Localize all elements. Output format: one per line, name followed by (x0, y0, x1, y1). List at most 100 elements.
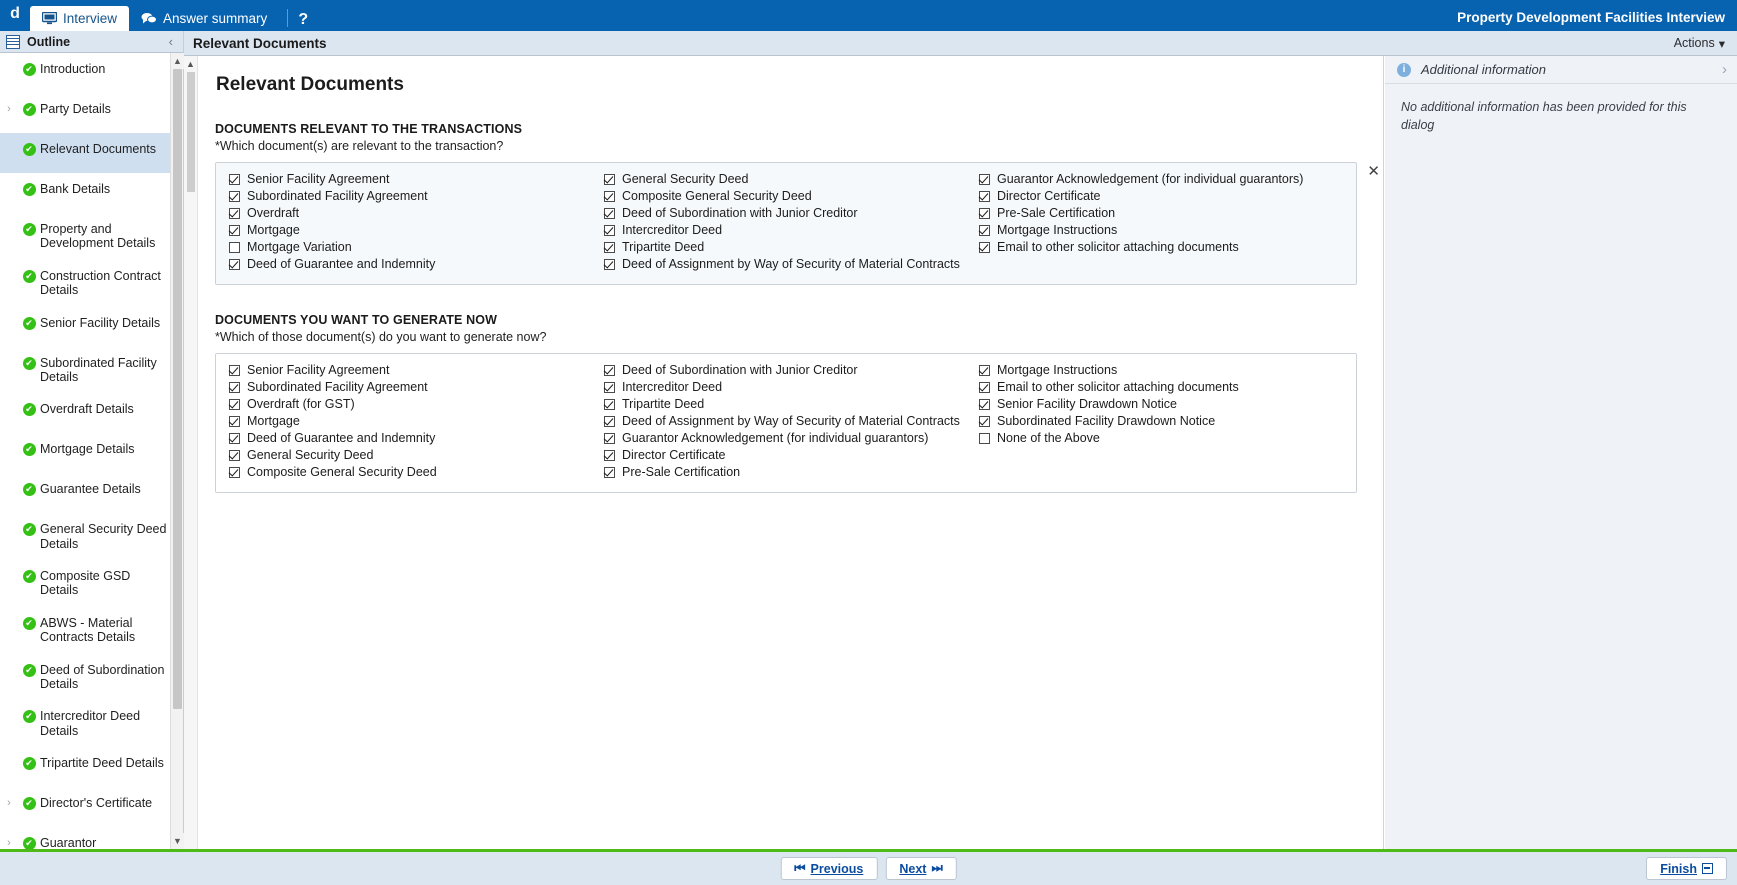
checkbox-option[interactable]: Intercreditor Deed (601, 380, 976, 397)
checkbox-option[interactable]: Subordinated Facility Drawdown Notice (976, 414, 1346, 431)
checkbox-option[interactable]: Composite General Security Deed (601, 189, 976, 206)
checkbox-option[interactable]: Overdraft (226, 206, 601, 223)
checkbox-checked-icon[interactable] (604, 174, 615, 185)
scroll-up-icon[interactable]: ▲ (171, 53, 184, 69)
checkbox-checked-icon[interactable] (979, 242, 990, 253)
checkbox-option[interactable]: Composite General Security Deed (226, 465, 601, 482)
checkbox-checked-icon[interactable] (604, 416, 615, 427)
checkbox-option[interactable]: Guarantor Acknowledgement (for individua… (976, 172, 1346, 189)
checkbox-checked-icon[interactable] (229, 467, 240, 478)
checkbox-checked-icon[interactable] (229, 399, 240, 410)
checkbox-option[interactable]: Director Certificate (976, 189, 1346, 206)
checkbox-option[interactable]: Senior Facility Agreement (226, 172, 601, 189)
checkbox-option[interactable]: Intercreditor Deed (601, 223, 976, 240)
checkbox-checked-icon[interactable] (604, 450, 615, 461)
checkbox-checked-icon[interactable] (979, 174, 990, 185)
checkbox-checked-icon[interactable] (604, 208, 615, 219)
sidebar-item-director-s-certificate[interactable]: › ✔ Director's Certificate (0, 787, 183, 827)
checkbox-checked-icon[interactable] (229, 191, 240, 202)
scroll-down-icon[interactable]: ▼ (171, 833, 184, 849)
sidebar-item-introduction[interactable]: ✔ Introduction (0, 53, 183, 93)
checkbox-option[interactable]: Mortgage Instructions (976, 363, 1346, 380)
checkbox-checked-icon[interactable] (604, 242, 615, 253)
checkbox-checked-icon[interactable] (604, 225, 615, 236)
sidebar-item-senior-facility-details[interactable]: ✔ Senior Facility Details (0, 307, 183, 347)
checkbox-option[interactable]: Deed of Assignment by Way of Security of… (601, 414, 976, 431)
sidebar-item-relevant-documents[interactable]: ✔ Relevant Documents (0, 133, 183, 173)
checkbox-option[interactable]: Tripartite Deed (601, 240, 976, 257)
checkbox-option[interactable]: Tripartite Deed (601, 397, 976, 414)
checkbox-checked-icon[interactable] (229, 225, 240, 236)
checkbox-option[interactable]: Deed of Guarantee and Indemnity (226, 431, 601, 448)
checkbox-option[interactable]: Deed of Assignment by Way of Security of… (601, 257, 976, 274)
sidebar-item-guarantor-acknowledgements[interactable]: ›✔Guarantor Acknowledgements (0, 827, 183, 849)
sidebar-item-bank-details[interactable]: ✔ Bank Details (0, 173, 183, 213)
checkbox-checked-icon[interactable] (979, 208, 990, 219)
actions-menu-button[interactable]: Actions ▾ (1674, 36, 1725, 51)
checkbox-option[interactable]: Mortgage Variation (226, 240, 601, 257)
chevron-right-icon[interactable]: › (0, 102, 18, 116)
sidebar-item-property-and-development-details[interactable]: ✔ Property and Development Details (0, 213, 183, 260)
checkbox-checked-icon[interactable] (979, 416, 990, 427)
checkbox-checked-icon[interactable] (604, 365, 615, 376)
sidebar-item-tripartite-deed-details[interactable]: ✔ Tripartite Deed Details (0, 747, 183, 787)
finish-button[interactable]: Finish (1646, 857, 1727, 880)
checkbox-option[interactable]: Subordinated Facility Agreement (226, 380, 601, 397)
close-icon[interactable]: ✕ (1367, 164, 1380, 179)
checkbox-option[interactable]: Director Certificate (601, 448, 976, 465)
checkbox-option[interactable]: Senior Facility Agreement (226, 363, 601, 380)
checkbox-checked-icon[interactable] (229, 259, 240, 270)
chevron-right-icon[interactable]: › (0, 836, 18, 849)
tab-answer-summary[interactable]: Answer summary (129, 6, 279, 31)
sidebar-item-general-security-deed-details[interactable]: ✔ General Security Deed Details (0, 513, 183, 560)
sidebar-item-construction-contract-details[interactable]: ✔ Construction Contract Details (0, 260, 183, 307)
sidebar-item-guarantee-details[interactable]: ✔ Guarantee Details (0, 473, 183, 513)
chevron-right-icon[interactable]: › (1722, 61, 1727, 78)
checkbox-option[interactable]: Mortgage (226, 414, 601, 431)
checkbox-unchecked-icon[interactable] (979, 433, 990, 444)
scroll-up-icon[interactable]: ▲ (184, 56, 197, 72)
checkbox-checked-icon[interactable] (229, 416, 240, 427)
checkbox-checked-icon[interactable] (604, 259, 615, 270)
checkbox-option[interactable]: Deed of Subordination with Junior Credit… (601, 363, 976, 380)
chevron-left-icon[interactable]: ‹ (169, 34, 177, 49)
tab-interview[interactable]: Interview (30, 6, 130, 31)
sidebar-item-abws-material-contracts-details[interactable]: ✔ ABWS - Material Contracts Details (0, 607, 183, 654)
checkbox-checked-icon[interactable] (604, 382, 615, 393)
checkbox-option[interactable]: General Security Deed (226, 448, 601, 465)
sidebar-item-subordinated-facility-details[interactable]: ✔ Subordinated Facility Details (0, 347, 183, 394)
checkbox-option[interactable]: Deed of Subordination with Junior Credit… (601, 206, 976, 223)
checkbox-checked-icon[interactable] (229, 382, 240, 393)
sidebar-item-mortgage-details[interactable]: ✔ Mortgage Details (0, 433, 183, 473)
checkbox-option[interactable]: General Security Deed (601, 172, 976, 189)
checkbox-checked-icon[interactable] (979, 225, 990, 236)
sidebar-item-deed-of-subordination-details[interactable]: ✔ Deed of Subordination Details (0, 654, 183, 701)
next-button[interactable]: Next ⏭ (885, 857, 957, 880)
sidebar-item-composite-gsd-details[interactable]: ✔ Composite GSD Details (0, 560, 183, 607)
checkbox-option[interactable]: Overdraft (for GST) (226, 397, 601, 414)
help-icon[interactable]: ? (298, 11, 308, 29)
checkbox-option[interactable]: Mortgage (226, 223, 601, 240)
sidebar-item-intercreditor-deed-details[interactable]: ✔ Intercreditor Deed Details (0, 700, 183, 747)
checkbox-checked-icon[interactable] (604, 399, 615, 410)
checkbox-checked-icon[interactable] (229, 208, 240, 219)
checkbox-checked-icon[interactable] (229, 433, 240, 444)
outline-scrollbar[interactable]: ▲ ▼ (170, 53, 184, 849)
checkbox-checked-icon[interactable] (979, 382, 990, 393)
checkbox-checked-icon[interactable] (229, 174, 240, 185)
previous-button[interactable]: ⏮ Previous (780, 857, 878, 880)
main-scroll-thumb[interactable] (187, 72, 195, 192)
sidebar-item-overdraft-details[interactable]: ✔ Overdraft Details (0, 393, 183, 433)
checkbox-option[interactable]: Mortgage Instructions (976, 223, 1346, 240)
checkbox-checked-icon[interactable] (979, 191, 990, 202)
checkbox-option[interactable]: Email to other solicitor attaching docum… (976, 380, 1346, 397)
checkbox-checked-icon[interactable] (604, 467, 615, 478)
checkbox-unchecked-icon[interactable] (229, 242, 240, 253)
checkbox-option[interactable]: Email to other solicitor attaching docum… (976, 240, 1346, 257)
checkbox-checked-icon[interactable] (229, 450, 240, 461)
checkbox-checked-icon[interactable] (979, 365, 990, 376)
checkbox-checked-icon[interactable] (604, 191, 615, 202)
checkbox-option[interactable]: Senior Facility Drawdown Notice (976, 397, 1346, 414)
checkbox-checked-icon[interactable] (979, 399, 990, 410)
main-scrollbar[interactable]: ▲ (184, 56, 198, 849)
